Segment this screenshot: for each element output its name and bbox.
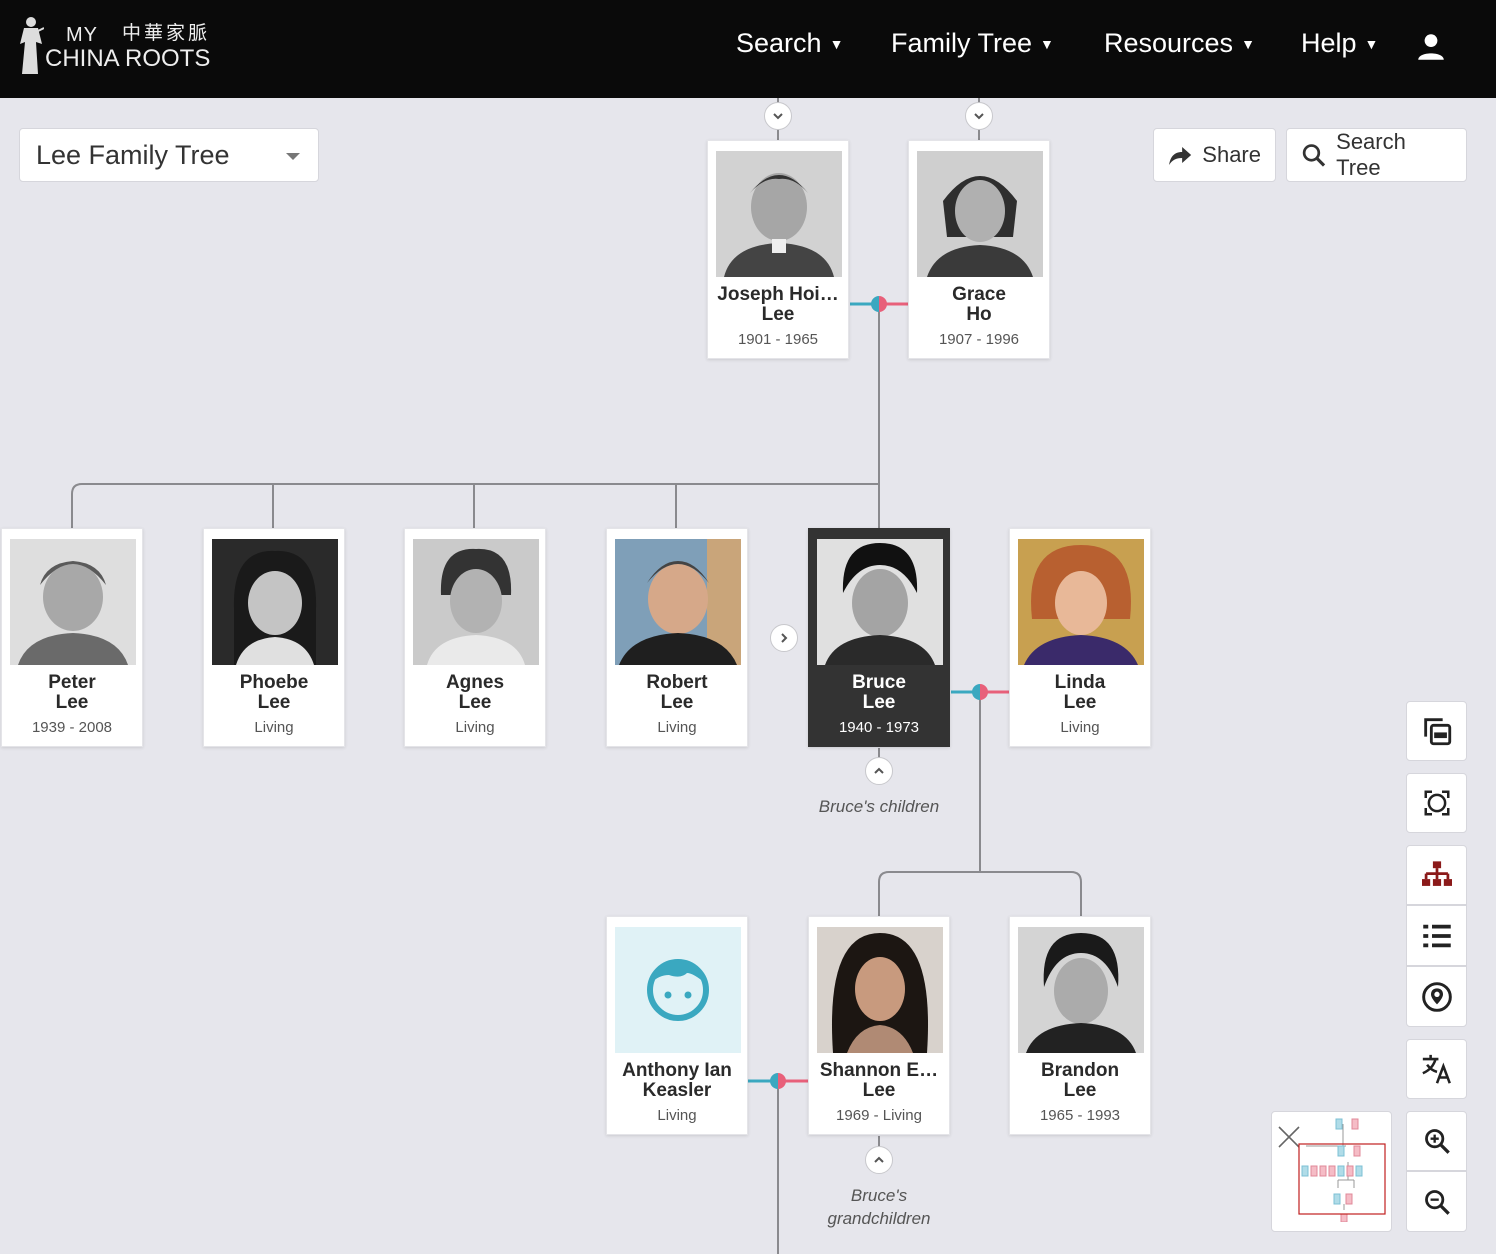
person-first-name: Grace bbox=[952, 284, 1006, 305]
person-last-name: Keasler bbox=[642, 1080, 712, 1101]
person-photo bbox=[1018, 927, 1144, 1053]
tree-minimap[interactable] bbox=[1271, 1111, 1392, 1232]
person-first-name: Brandon bbox=[1040, 1060, 1120, 1081]
copy-tree-button[interactable] bbox=[1406, 701, 1467, 761]
person-first-name: Shannon E… bbox=[819, 1060, 939, 1081]
collapse-children[interactable] bbox=[865, 757, 893, 785]
translate-icon bbox=[1421, 1054, 1451, 1084]
chevron-right-icon bbox=[781, 633, 788, 643]
person-dates: Living bbox=[455, 719, 495, 736]
translate-button[interactable] bbox=[1406, 1039, 1467, 1099]
person-last-name: Lee bbox=[55, 692, 89, 713]
person-card-joseph[interactable]: Joseph Hoi… Lee 1901 - 1965 bbox=[707, 140, 849, 359]
zoom-out-icon bbox=[1424, 1189, 1450, 1215]
person-card-anthony[interactable]: Anthony Ian Keasler Living bbox=[606, 916, 748, 1135]
person-first-name: Peter bbox=[48, 672, 96, 693]
person-last-name: Lee bbox=[862, 1080, 896, 1101]
person-photo bbox=[1018, 539, 1144, 665]
person-first-name: Linda bbox=[1054, 672, 1106, 693]
person-card-brandon[interactable]: Brandon Lee 1965 - 1993 bbox=[1009, 916, 1151, 1135]
person-photo bbox=[817, 539, 943, 665]
person-first-name: Agnes bbox=[445, 672, 505, 693]
zoom-in-button[interactable] bbox=[1406, 1111, 1467, 1171]
person-photo bbox=[615, 539, 741, 665]
person-photo bbox=[10, 539, 136, 665]
chevron-up-icon bbox=[874, 1156, 884, 1163]
person-dates: 1939 - 2008 bbox=[31, 719, 113, 736]
tree-view-button[interactable] bbox=[1406, 845, 1467, 905]
org-chart-icon bbox=[1421, 861, 1452, 886]
person-dates: Living bbox=[657, 719, 697, 736]
minimap-preview bbox=[1298, 1118, 1386, 1222]
default-avatar-icon bbox=[615, 927, 741, 1053]
person-last-name: Lee bbox=[1063, 1080, 1097, 1101]
person-last-name: Lee bbox=[458, 692, 492, 713]
copy-icon bbox=[1423, 718, 1451, 746]
person-dates: Living bbox=[254, 719, 294, 736]
person-last-name: Lee bbox=[257, 692, 291, 713]
person-card-bruce[interactable]: Bruce Lee 1940 - 1973 bbox=[808, 528, 950, 747]
center-focus-icon bbox=[1424, 790, 1449, 816]
person-card-peter[interactable]: Peter Lee 1939 - 2008 bbox=[1, 528, 143, 747]
location-pin-icon bbox=[1421, 981, 1452, 1012]
person-dates: 1901 - 1965 bbox=[737, 331, 819, 348]
chevron-down-icon bbox=[773, 113, 783, 120]
expand-parents-grace[interactable] bbox=[965, 102, 993, 130]
chevron-down-icon bbox=[974, 113, 984, 120]
person-dates: 1940 - 1973 bbox=[838, 719, 920, 736]
children-caption: Bruce's children bbox=[818, 797, 940, 816]
person-photo bbox=[817, 927, 943, 1053]
person-dates: Living bbox=[657, 1107, 697, 1124]
person-last-name: Lee bbox=[660, 692, 694, 713]
person-card-robert[interactable]: Robert Lee Living bbox=[606, 528, 748, 747]
person-dates: 1965 - 1993 bbox=[1039, 1107, 1121, 1124]
person-last-name: Lee bbox=[761, 304, 795, 325]
person-card-phoebe[interactable]: Phoebe Lee Living bbox=[203, 528, 345, 747]
center-view-button[interactable] bbox=[1406, 773, 1467, 833]
grandchildren-caption-line2: grandchildren bbox=[827, 1209, 931, 1228]
person-first-name: Joseph Hoi… bbox=[717, 284, 839, 305]
person-first-name: Bruce bbox=[852, 672, 906, 693]
person-last-name: Lee bbox=[1063, 692, 1097, 713]
person-photo bbox=[212, 539, 338, 665]
person-photo bbox=[716, 151, 842, 277]
person-first-name: Robert bbox=[646, 672, 708, 693]
person-dates: 1907 - 1996 bbox=[938, 331, 1020, 348]
chevron-up-icon bbox=[874, 767, 884, 774]
person-first-name: Anthony Ian bbox=[622, 1060, 732, 1081]
person-last-name: Ho bbox=[966, 304, 992, 325]
grandchildren-caption-line1: Bruce's bbox=[850, 1186, 908, 1205]
person-first-name: Phoebe bbox=[239, 672, 309, 693]
person-dates: 1969 - Living bbox=[836, 1107, 922, 1124]
person-photo bbox=[413, 539, 539, 665]
collapse-grandchildren[interactable] bbox=[865, 1146, 893, 1174]
person-card-shannon[interactable]: Shannon E… Lee 1969 - Living bbox=[808, 916, 950, 1135]
person-last-name: Lee bbox=[862, 692, 896, 713]
list-icon bbox=[1422, 924, 1451, 947]
zoom-in-icon bbox=[1424, 1129, 1450, 1154]
person-photo bbox=[917, 151, 1043, 277]
person-dates: Living bbox=[1060, 719, 1100, 736]
list-view-button[interactable] bbox=[1406, 905, 1467, 966]
person-card-grace[interactable]: Grace Ho 1907 - 1996 bbox=[908, 140, 1050, 359]
expand-parents-joseph[interactable] bbox=[764, 102, 792, 130]
map-view-button[interactable] bbox=[1406, 966, 1467, 1027]
zoom-out-button[interactable] bbox=[1406, 1171, 1467, 1232]
person-card-linda[interactable]: Linda Lee Living bbox=[1009, 528, 1151, 747]
expand-siblings[interactable] bbox=[770, 624, 798, 652]
person-card-agnes[interactable]: Agnes Lee Living bbox=[404, 528, 546, 747]
